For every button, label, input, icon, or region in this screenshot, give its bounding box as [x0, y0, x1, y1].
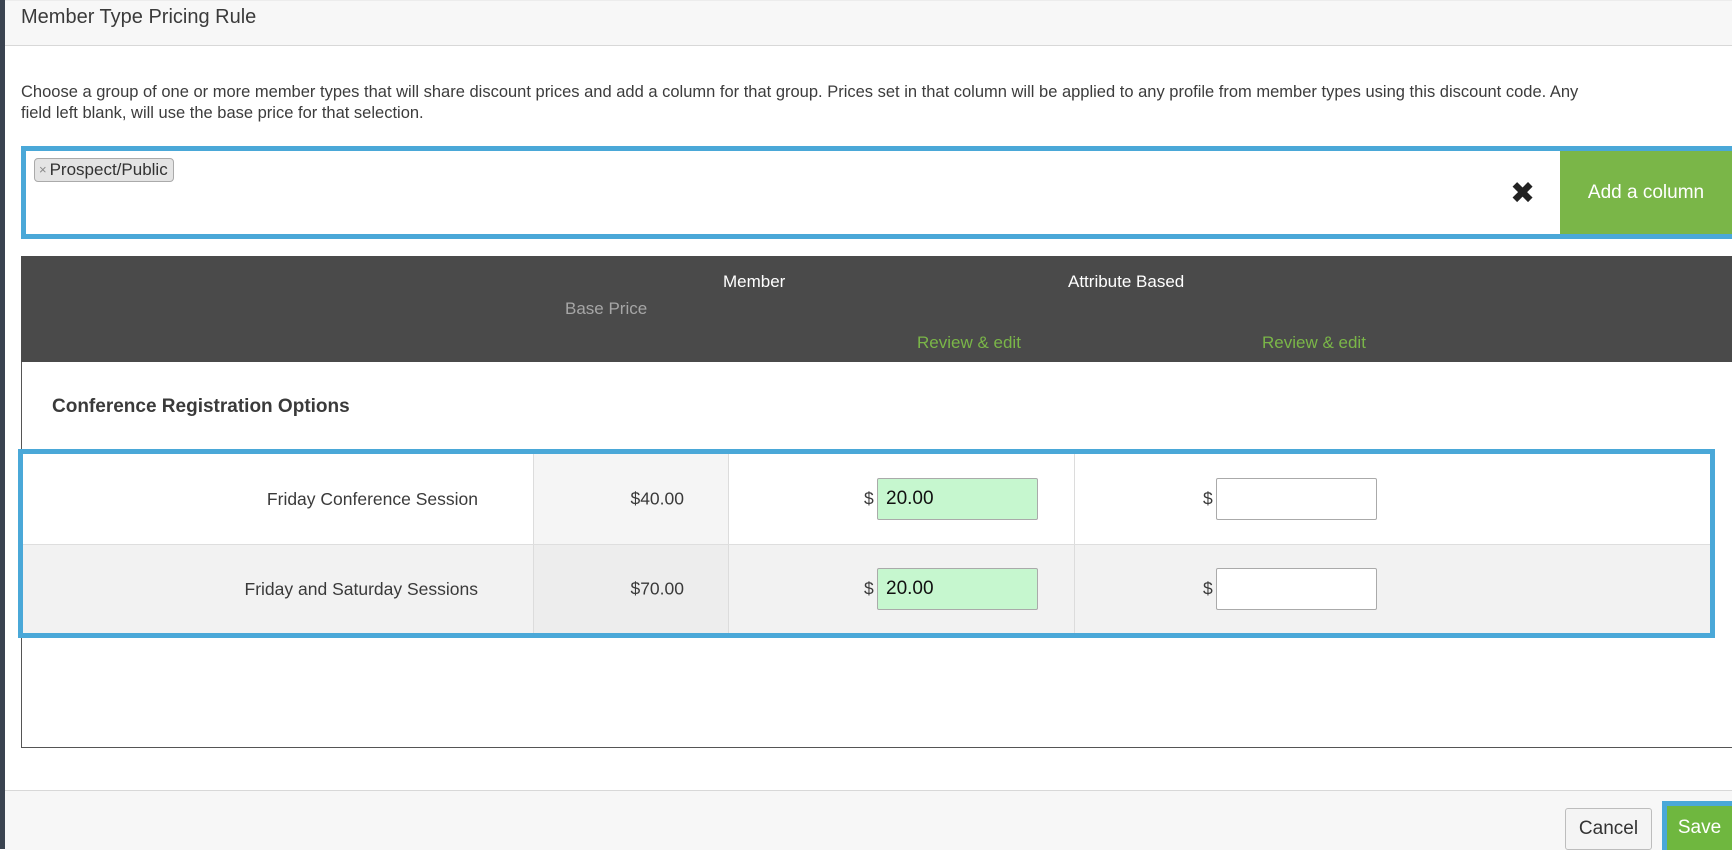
base-price-cell: $40.00 — [533, 454, 729, 544]
row-label-cell: Friday and Saturday Sessions — [23, 545, 533, 633]
base-price-value: $70.00 — [630, 578, 684, 599]
left-rail — [0, 0, 5, 849]
table-row: Friday Conference Session $40.00 $ $ — [23, 454, 1710, 545]
tag-remove-icon[interactable]: × — [39, 159, 47, 181]
attribute-price-cell: $ — [1075, 454, 1710, 544]
clear-selection-icon[interactable]: ✖ — [1510, 179, 1535, 209]
save-button-focus-ring: Save — [1662, 801, 1732, 850]
column-header-member: Member — [723, 272, 786, 291]
row-label: Friday and Saturday Sessions — [244, 578, 478, 599]
currency-symbol: $ — [864, 578, 874, 599]
dialog-footer: Cancel Save — [5, 790, 1732, 850]
member-price-input[interactable] — [877, 478, 1038, 520]
attribute-price-cell: $ — [1075, 545, 1710, 633]
description-line-1: Choose a group of one or more member typ… — [21, 83, 1579, 101]
table-row: Friday and Saturday Sessions $70.00 $ $ — [23, 545, 1710, 633]
tag-label: Prospect/Public — [49, 160, 168, 179]
member-price-cell: $ — [729, 545, 1075, 633]
dialog-title: Member Type Pricing Rule — [21, 6, 257, 28]
member-type-tag: × Prospect/Public — [34, 158, 174, 182]
review-edit-link-member[interactable]: Review & edit — [917, 333, 1021, 353]
description-text: Choose a group of one or more member typ… — [21, 82, 1732, 124]
pricing-rows: Friday Conference Session $40.00 $ $ Fri… — [18, 449, 1715, 638]
description-line-2: field left blank, will use the base pric… — [21, 104, 424, 122]
base-price-cell: $70.00 — [533, 545, 729, 633]
pricing-grid-header: Member Attribute Based Base Price Review… — [21, 256, 1732, 362]
row-label-cell: Friday Conference Session — [23, 454, 533, 544]
member-price-input[interactable] — [877, 568, 1038, 610]
dialog-header: Member Type Pricing Rule — [5, 0, 1732, 46]
column-header-base-price: Base Price — [565, 299, 648, 318]
section-title: Conference Registration Options — [52, 396, 350, 417]
column-header-attribute-based: Attribute Based — [1068, 272, 1185, 291]
add-column-button[interactable]: Add a column — [1560, 151, 1732, 234]
attribute-price-input[interactable] — [1216, 478, 1377, 520]
review-edit-link-attribute[interactable]: Review & edit — [1262, 333, 1366, 353]
currency-symbol: $ — [1203, 578, 1213, 599]
base-price-value: $40.00 — [630, 488, 684, 509]
currency-symbol: $ — [1203, 488, 1213, 509]
member-price-cell: $ — [729, 454, 1075, 544]
currency-symbol: $ — [864, 488, 874, 509]
member-type-selector[interactable]: × Prospect/Public ✖ Add a column — [21, 146, 1732, 239]
cancel-button[interactable]: Cancel — [1565, 808, 1652, 850]
attribute-price-input[interactable] — [1216, 568, 1377, 610]
row-label: Friday Conference Session — [266, 488, 478, 509]
save-button[interactable]: Save — [1667, 806, 1732, 850]
